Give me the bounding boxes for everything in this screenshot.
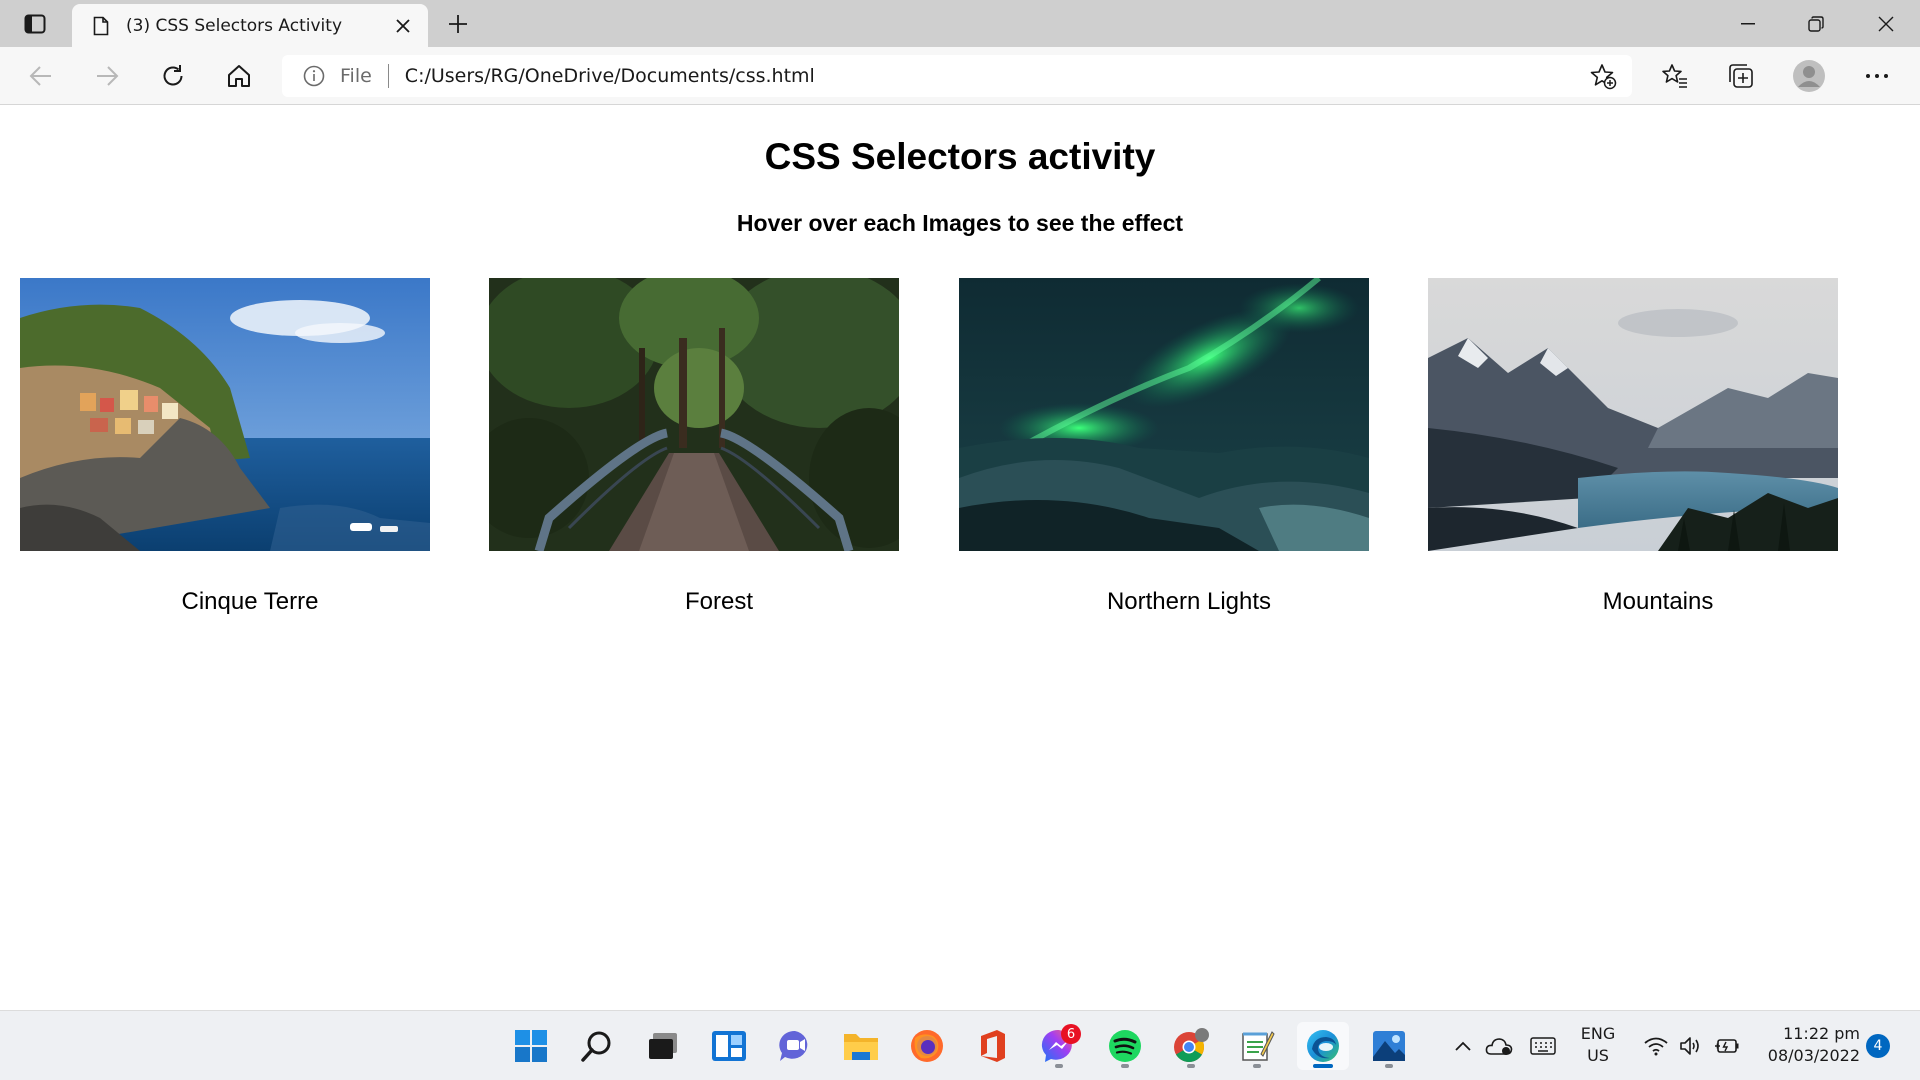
- running-indicator: [1121, 1064, 1129, 1068]
- chrome-icon[interactable]: [1165, 1022, 1217, 1070]
- forest-bridge-photo[interactable]: [489, 278, 899, 551]
- tab-actions-icon: [24, 14, 46, 34]
- gallery-card[interactable]: Northern Lights: [959, 278, 1369, 615]
- card-caption: Cinque Terre: [181, 588, 319, 615]
- wifi-icon[interactable]: [1641, 1031, 1671, 1061]
- notification-badge[interactable]: 4: [1866, 1034, 1890, 1058]
- address-scheme: File: [340, 65, 372, 87]
- close-icon[interactable]: [1852, 0, 1920, 47]
- card-caption: Northern Lights: [1106, 588, 1272, 615]
- add-favorite-icon[interactable]: [1586, 59, 1620, 93]
- clock-date: 08/03/2022: [1767, 1046, 1860, 1065]
- gallery-card[interactable]: Mountains: [1428, 278, 1838, 615]
- mountain-lake-photo[interactable]: [1428, 278, 1838, 551]
- refresh-icon[interactable]: [154, 58, 192, 94]
- more-icon[interactable]: [1858, 58, 1896, 94]
- volume-icon[interactable]: [1676, 1031, 1706, 1061]
- running-indicator: [1385, 1064, 1393, 1068]
- collections-icon[interactable]: [1722, 58, 1760, 94]
- running-indicator: [1055, 1064, 1063, 1068]
- teams-chat-icon[interactable]: [769, 1022, 821, 1070]
- page-content: CSS Selectors activity Hover over each I…: [0, 106, 1920, 1010]
- address-bar[interactable]: File C:/Users/RG/OneDrive/Documents/css.…: [282, 55, 1632, 97]
- spotify-icon[interactable]: [1099, 1022, 1151, 1070]
- language-indicator[interactable]: ENG US: [1576, 1023, 1620, 1067]
- search-icon[interactable]: [571, 1022, 623, 1070]
- battery-icon[interactable]: [1712, 1031, 1742, 1061]
- task-view-icon[interactable]: [637, 1022, 689, 1070]
- chevron-up-icon[interactable]: [1448, 1031, 1478, 1061]
- page-subheading: Hover over each Images to see the effect: [736, 210, 1184, 236]
- favorites-icon[interactable]: [1656, 58, 1694, 94]
- gallery-card[interactable]: Forest: [489, 278, 899, 615]
- active-indicator: [1313, 1064, 1333, 1068]
- new-tab-icon[interactable]: [442, 8, 474, 40]
- firefox-icon[interactable]: [901, 1022, 953, 1070]
- profile-icon[interactable]: [1790, 58, 1828, 94]
- browser-toolbar: File C:/Users/RG/OneDrive/Documents/css.…: [0, 47, 1920, 105]
- onedrive-icon[interactable]: [1484, 1031, 1514, 1061]
- keyboard-icon[interactable]: [1528, 1031, 1558, 1061]
- tab-close-icon[interactable]: [388, 11, 418, 41]
- back-icon[interactable]: [22, 58, 60, 94]
- card-caption: Mountains: [1602, 588, 1714, 615]
- language-code: ENG: [1580, 1024, 1616, 1043]
- browser-tab[interactable]: (3) CSS Selectors Activity: [72, 4, 428, 47]
- info-icon[interactable]: [302, 64, 326, 88]
- office-icon[interactable]: [967, 1022, 1019, 1070]
- messenger-badge: 6: [1061, 1024, 1081, 1044]
- address-separator: [387, 64, 389, 88]
- notepad-icon[interactable]: [1231, 1022, 1283, 1070]
- tab-actions-button[interactable]: [16, 10, 54, 38]
- forward-icon[interactable]: [88, 58, 126, 94]
- restore-icon[interactable]: [1782, 0, 1850, 47]
- windows-start-icon[interactable]: [505, 1022, 557, 1070]
- tab-title: (3) CSS Selectors Activity: [126, 15, 343, 36]
- photos-icon[interactable]: [1363, 1022, 1415, 1070]
- card-caption: Forest: [684, 588, 753, 615]
- file-explorer-icon[interactable]: [835, 1022, 887, 1070]
- coastal-village-photo[interactable]: [20, 278, 430, 551]
- minimize-icon[interactable]: [1714, 0, 1782, 47]
- edge-icon[interactable]: [1297, 1022, 1349, 1070]
- page-heading: CSS Selectors activity: [764, 136, 1156, 177]
- clock-time: 11:22 pm: [1783, 1024, 1860, 1043]
- taskbar: 6 ENG US 11:22 pm 08/03/2022 4: [0, 1010, 1920, 1080]
- keyboard-layout: US: [1587, 1046, 1609, 1065]
- clock[interactable]: 11:22 pm 08/03/2022: [1750, 1023, 1860, 1067]
- messenger-icon[interactable]: 6: [1033, 1022, 1085, 1070]
- page-icon: [90, 15, 112, 37]
- home-icon[interactable]: [220, 58, 258, 94]
- address-url[interactable]: C:/Users/RG/OneDrive/Documents/css.html: [405, 65, 1586, 87]
- running-indicator: [1253, 1064, 1261, 1068]
- running-indicator: [1187, 1064, 1195, 1068]
- widgets-icon[interactable]: [703, 1022, 755, 1070]
- gallery-card[interactable]: Cinque Terre: [20, 278, 430, 615]
- tab-strip: (3) CSS Selectors Activity: [0, 0, 1920, 47]
- aurora-photo[interactable]: [959, 278, 1369, 551]
